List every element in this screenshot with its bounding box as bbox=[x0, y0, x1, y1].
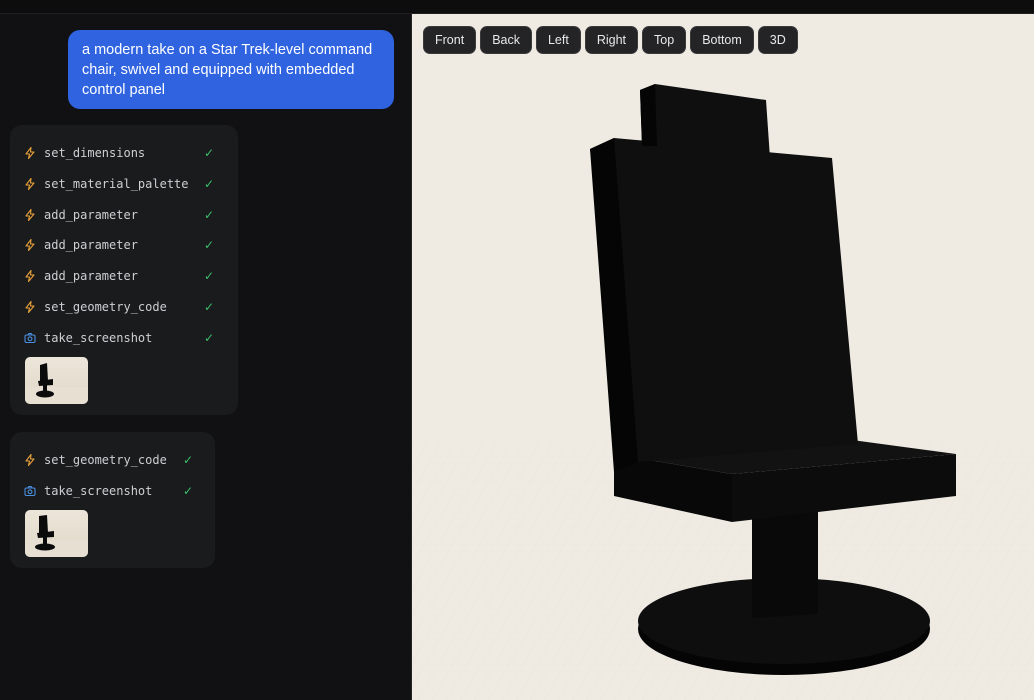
bolt-icon bbox=[24, 301, 36, 313]
tool-call-name: add_parameter bbox=[44, 238, 138, 252]
check-icon: ✓ bbox=[204, 146, 215, 160]
view-toolbar: Front Back Left Right Top Bottom 3D bbox=[423, 26, 798, 54]
tool-call-row: take_screenshot bbox=[24, 328, 152, 348]
tool-call-name: set_geometry_code bbox=[44, 300, 167, 314]
tool-call-name: take_screenshot bbox=[44, 331, 153, 345]
bolt-icon bbox=[24, 454, 36, 466]
view-front-button[interactable]: Front bbox=[423, 26, 477, 54]
tool-call-name: take_screenshot bbox=[44, 484, 153, 498]
view-3d-button[interactable]: 3D bbox=[757, 26, 798, 54]
bolt-icon bbox=[24, 147, 36, 159]
top-bar bbox=[0, 0, 1034, 14]
check-icon: ✓ bbox=[183, 484, 194, 498]
tool-call-name: set_dimensions bbox=[44, 146, 146, 160]
user-message-bubble: a modern take on a Star Trek-level comma… bbox=[68, 30, 394, 109]
check-icon: ✓ bbox=[204, 269, 215, 283]
tool-call-row: set_dimensions bbox=[24, 143, 145, 163]
view-top-button[interactable]: Top bbox=[642, 26, 687, 54]
view-right-button[interactable]: Right bbox=[584, 26, 639, 54]
chair-model-render bbox=[412, 14, 1034, 700]
tool-call-name: set_material_palette bbox=[44, 177, 189, 191]
tool-call-row: take_screenshot bbox=[24, 481, 152, 501]
3d-viewport[interactable] bbox=[412, 14, 1034, 700]
check-icon: ✓ bbox=[204, 300, 215, 314]
tool-call-row: set_material_palette bbox=[24, 174, 189, 194]
view-back-button[interactable]: Back bbox=[480, 26, 532, 54]
check-icon: ✓ bbox=[183, 453, 194, 467]
camera-icon bbox=[24, 485, 36, 497]
check-icon: ✓ bbox=[204, 331, 215, 345]
bolt-icon bbox=[24, 209, 36, 221]
check-icon: ✓ bbox=[204, 238, 215, 252]
screenshot-thumbnail[interactable] bbox=[25, 510, 88, 557]
tool-call-row: add_parameter bbox=[24, 266, 138, 286]
view-bottom-button[interactable]: Bottom bbox=[690, 26, 754, 54]
tool-call-row: add_parameter bbox=[24, 235, 138, 255]
view-left-button[interactable]: Left bbox=[535, 26, 581, 54]
check-icon: ✓ bbox=[204, 177, 215, 191]
bolt-icon bbox=[24, 178, 36, 190]
tool-call-row: set_geometry_code bbox=[24, 297, 167, 317]
tool-call-name: add_parameter bbox=[44, 208, 138, 222]
bolt-icon bbox=[24, 239, 36, 251]
screenshot-thumbnail[interactable] bbox=[25, 357, 88, 404]
tool-call-row: add_parameter bbox=[24, 205, 138, 225]
check-icon: ✓ bbox=[204, 208, 215, 222]
tool-call-name: set_geometry_code bbox=[44, 453, 167, 467]
bolt-icon bbox=[24, 270, 36, 282]
tool-call-name: add_parameter bbox=[44, 269, 138, 283]
camera-icon bbox=[24, 332, 36, 344]
tool-call-row: set_geometry_code bbox=[24, 450, 167, 470]
